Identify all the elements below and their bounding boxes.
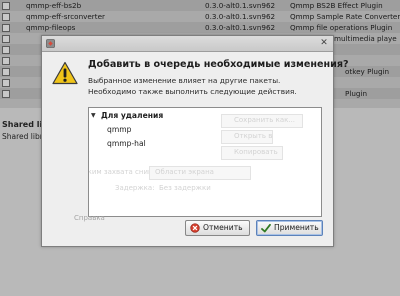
package-description: multimedia playe bbox=[334, 34, 397, 43]
warning-icon bbox=[52, 61, 78, 85]
ghost-mode-value: Области экрана bbox=[155, 168, 214, 176]
package-description: otkey Plugin bbox=[345, 67, 390, 76]
package-checkbox[interactable] bbox=[2, 57, 10, 65]
package-name: qmmp-fileops bbox=[26, 23, 76, 32]
tree-group-label: Для удаления bbox=[101, 111, 164, 120]
package-row[interactable]: qmmp-fileops 0.3.0-alt0.1.svn962 Qmmp fi… bbox=[0, 22, 400, 33]
apply-icon bbox=[261, 223, 271, 233]
tree-item[interactable]: qmmp bbox=[107, 125, 131, 134]
package-checkbox[interactable] bbox=[2, 68, 10, 76]
cancel-label: Отменить bbox=[203, 223, 243, 232]
package-description: Qmmp BS2B Effect Plugin bbox=[290, 1, 383, 10]
details-subtitle: Shared libr bbox=[2, 132, 43, 141]
package-name: qmmp-eff-srconverter bbox=[26, 12, 105, 21]
package-checkbox[interactable] bbox=[2, 90, 10, 98]
tree-item[interactable]: qmmp-hal bbox=[107, 139, 146, 148]
ghost-open-label: Открыть в bbox=[234, 132, 273, 140]
ghost-copy-label: Копировать bbox=[234, 148, 278, 156]
package-row[interactable]: qmmp-eff-bs2b 0.3.0-alt0.1.svn962 Qmmp B… bbox=[0, 0, 400, 11]
package-checkbox[interactable] bbox=[2, 2, 10, 10]
package-checkbox[interactable] bbox=[2, 46, 10, 54]
expander-arrow-icon[interactable]: ▼ bbox=[91, 112, 96, 119]
package-version: 0.3.0-alt0.1.svn962 bbox=[205, 23, 276, 32]
package-description: Qmmp file operations Plugin bbox=[290, 23, 393, 32]
cancel-button[interactable]: Отменить bbox=[185, 220, 250, 236]
apply-button[interactable]: Применить bbox=[256, 220, 323, 236]
close-icon[interactable]: ✕ bbox=[319, 38, 329, 48]
app-icon bbox=[46, 39, 55, 48]
package-name: qmmp-eff-bs2b bbox=[26, 1, 82, 10]
cancel-icon bbox=[190, 223, 200, 233]
apply-label: Применить bbox=[274, 223, 319, 232]
package-checkbox[interactable] bbox=[2, 24, 10, 32]
ghost-delay-label: Задержка: bbox=[115, 184, 155, 192]
package-version: 0.3.0-alt0.1.svn962 bbox=[205, 12, 276, 21]
changes-tree[interactable]: Сохранить как... Открыть в Копировать Ре… bbox=[88, 107, 322, 217]
dialog-titlebar[interactable]: ✕ bbox=[42, 36, 333, 52]
package-checkbox[interactable] bbox=[2, 79, 10, 87]
package-row[interactable]: qmmp-eff-srconverter 0.3.0-alt0.1.svn962… bbox=[0, 11, 400, 22]
dialog-message-line2: Необходимо также выполнить следующие дей… bbox=[88, 87, 297, 96]
details-title: Shared li bbox=[2, 120, 43, 129]
dialog-heading: Добавить в очередь необходимые изменения… bbox=[88, 59, 349, 70]
package-checkbox[interactable] bbox=[2, 13, 10, 21]
package-checkbox[interactable] bbox=[2, 35, 10, 43]
package-description: Plugin bbox=[345, 89, 368, 98]
tree-group-remove[interactable]: ▼ Для удаления bbox=[89, 111, 321, 122]
package-description: Qmmp Sample Rate Converter Plug bbox=[290, 12, 400, 21]
ghost-help-label: Справка bbox=[74, 214, 105, 222]
package-version: 0.3.0-alt0.1.svn962 bbox=[205, 1, 276, 10]
dialog-message-line1: Выбранное изменение влияет на другие пак… bbox=[88, 76, 281, 85]
ghost-delay-value: Без задержки bbox=[159, 184, 211, 192]
